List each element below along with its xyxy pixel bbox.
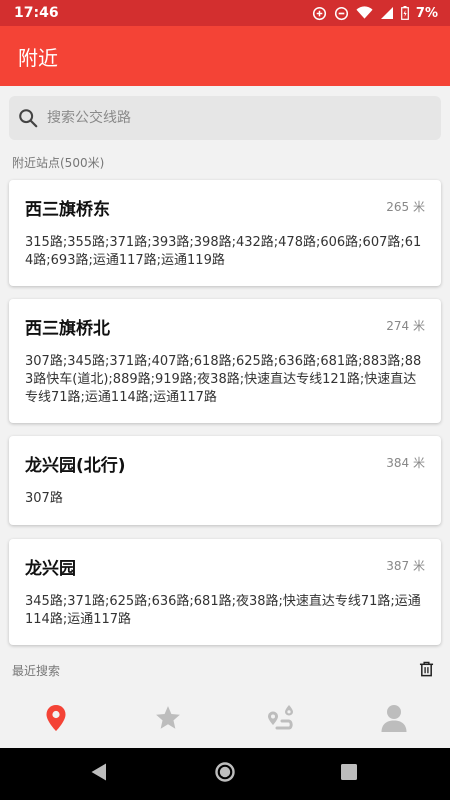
battery-percentage: 7% [415,5,438,21]
app-bar: 附近 [0,26,450,86]
stop-card[interactable]: 龙兴园 387 米 345路;371路;625路;636路;681路;夜38路;… [9,539,441,645]
system-home-button[interactable] [214,761,236,787]
bottom-navigation [0,690,450,748]
stop-distance: 265 米 [386,200,425,214]
status-bar: 17:46 7% [0,0,450,26]
stop-distance: 387 米 [386,559,425,573]
search-box[interactable] [9,96,441,140]
search-icon [19,109,38,128]
stop-name: 西三旗桥东 [25,200,110,220]
status-time: 17:46 [14,5,59,21]
stop-name: 龙兴园 [25,559,76,579]
stop-distance: 384 米 [386,456,425,470]
route-icon [268,705,293,730]
person-icon [381,705,407,732]
stop-card[interactable]: 龙兴园(北行) 384 米 307路 [9,436,441,525]
star-icon [156,706,180,729]
stop-routes: 345路;371路;625路;636路;681路;夜38路;快速直达专线71路;… [25,594,421,627]
stop-distance: 274 米 [386,319,425,333]
nav-route-plan[interactable] [265,702,297,734]
battery-icon [401,6,409,20]
nav-nearby[interactable] [40,702,72,734]
stop-name: 龙兴园(北行) [25,456,126,476]
stop-card[interactable]: 西三旗桥北 274 米 307路;345路;371路;407路;618路;625… [9,299,441,423]
stop-card[interactable]: 西三旗桥东 265 米 315路;355路;371路;393路;398路;432… [9,180,441,286]
page-title: 附近 [18,45,58,70]
nav-profile[interactable] [378,702,410,734]
wifi-icon [356,6,373,19]
signal-icon [380,7,393,19]
do-not-disturb-icon [334,6,348,20]
nav-favorites[interactable] [152,702,184,734]
recent-section-label: 最近搜索 [12,664,61,678]
stop-routes: 315路;355路;371路;393路;398路;432路;478路;606路;… [25,235,422,268]
location-pin-icon [46,705,66,731]
system-back-button[interactable] [90,762,108,786]
system-navigation-bar [0,748,450,800]
stop-name: 西三旗桥北 [25,319,110,339]
recents-square-icon [341,764,357,780]
back-triangle-icon [91,763,106,781]
stop-routes: 307路 [25,491,63,506]
clear-history-button[interactable] [419,661,434,681]
home-circle-icon [215,762,235,782]
trash-icon [419,661,434,677]
system-recents-button[interactable] [340,763,358,785]
nearby-section-label: 附近站点(500米) [12,156,105,170]
data-saver-icon [312,6,326,20]
search-input[interactable] [47,110,417,126]
stop-routes: 307路;345路;371路;407路;618路;625路;636路;681路;… [25,354,422,405]
